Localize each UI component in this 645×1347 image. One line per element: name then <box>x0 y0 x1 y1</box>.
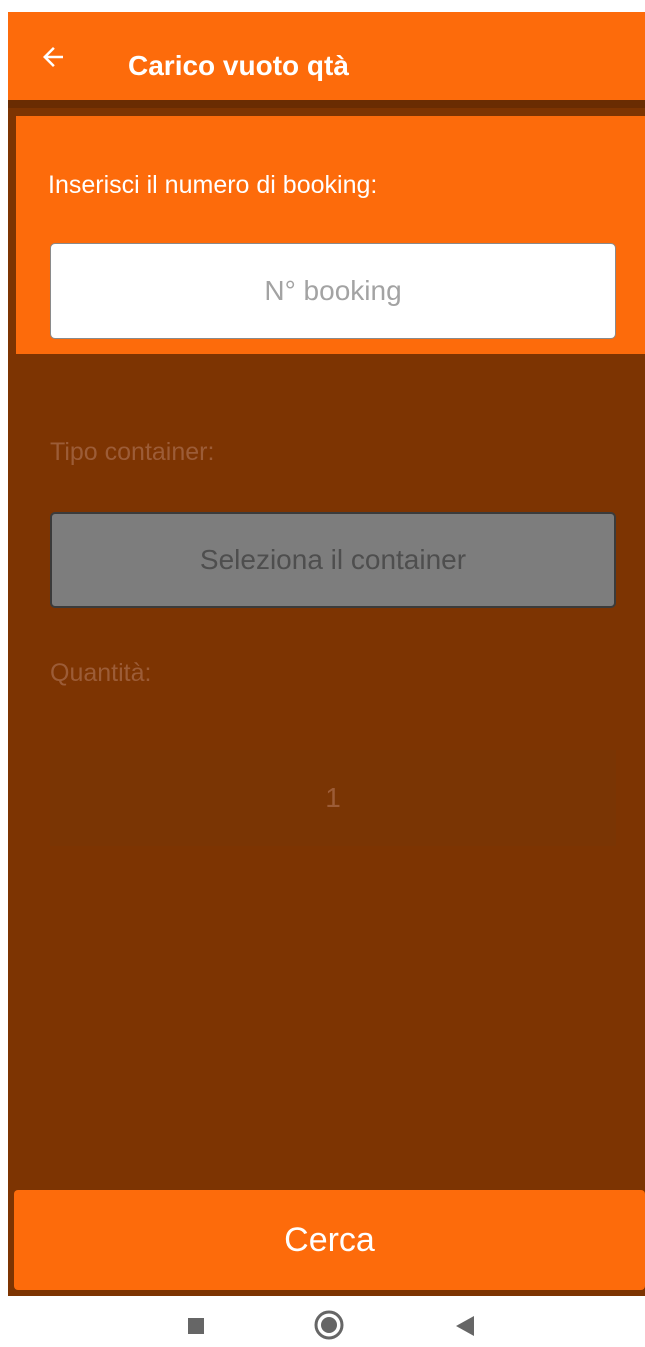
system-nav-bar <box>0 1296 645 1347</box>
booking-number-input[interactable] <box>50 243 616 339</box>
home-icon[interactable] <box>314 1310 344 1340</box>
arrow-left-icon[interactable] <box>38 42 68 72</box>
container-type-select[interactable]: Seleziona il container <box>50 512 616 608</box>
back-icon[interactable] <box>456 1316 474 1336</box>
page-title: Carico vuoto qtà <box>128 50 349 81</box>
app-bar: Carico vuoto qtà <box>8 12 645 108</box>
booking-label: Inserisci il numero di booking: <box>48 171 378 199</box>
app-screen: Carico vuoto qtà Inserisci il numero di … <box>8 12 645 1296</box>
booking-panel: Inserisci il numero di booking: <box>16 116 645 354</box>
quantity-label: Quantità: <box>50 659 152 687</box>
search-button[interactable]: Cerca <box>14 1190 645 1290</box>
recent-apps-icon[interactable] <box>188 1318 204 1334</box>
container-type-label: Tipo container: <box>50 438 215 466</box>
quantity-field[interactable]: 1 <box>50 750 616 846</box>
